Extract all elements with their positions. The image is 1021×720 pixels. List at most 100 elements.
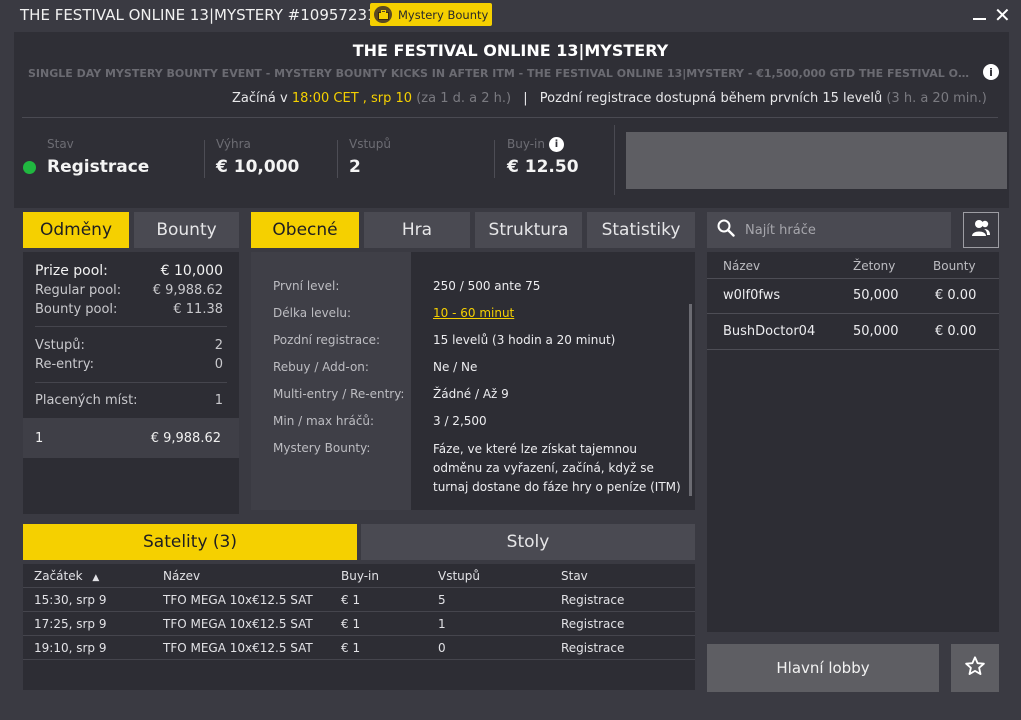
search-input[interactable]: [745, 222, 935, 238]
level-length-value[interactable]: 10 - 60 minut: [433, 306, 514, 320]
mystery-bounty-description: Fáze, ve které lze získat tajemnou odměn…: [433, 442, 681, 494]
player-name[interactable]: w0lf0fws: [723, 288, 780, 303]
player-bounty: € 0.00: [935, 324, 977, 339]
column-header-entries[interactable]: Vstupů: [438, 569, 480, 583]
info-label: Rebuy / Add-on:: [273, 360, 369, 374]
users-icon: [971, 219, 991, 241]
divider: [707, 349, 999, 350]
prize-pool-label: Prize pool:: [35, 263, 108, 279]
regular-pool-label: Regular pool:: [35, 283, 122, 298]
level-length-link[interactable]: 10 - 60 minut: [433, 306, 514, 320]
paid-places-label: Placených míst:: [35, 393, 138, 408]
stat-value-buyin: € 12.50: [507, 157, 579, 177]
divider: [23, 659, 695, 660]
start-time: 18:00 CET , srp 10: [291, 91, 413, 106]
satellite-start[interactable]: 17:25, srp 9: [34, 617, 106, 631]
player-search[interactable]: [707, 212, 951, 248]
column-header-name[interactable]: Název: [723, 259, 760, 273]
divider: [22, 117, 998, 118]
tab-tables[interactable]: Stoly: [361, 524, 695, 560]
tab-bounty[interactable]: Bounty: [134, 212, 239, 248]
satellite-name[interactable]: TFO MEGA 10x€12.5 SAT: [163, 641, 313, 655]
stat-label-entries: Vstupů: [349, 137, 391, 151]
column-header-name[interactable]: Název: [163, 569, 200, 583]
entries-value: 2: [214, 338, 223, 353]
info-value: Ne / Ne: [433, 360, 478, 374]
regular-pool-row: Regular pool: € 9,988.62: [35, 283, 223, 298]
info-icon[interactable]: i: [983, 64, 999, 80]
tab-general[interactable]: Obecné: [251, 212, 359, 248]
paid-places-value: 1: [214, 393, 223, 408]
scrollbar[interactable]: [689, 304, 692, 496]
badge-label: Mystery Bounty: [398, 7, 489, 22]
paid-places-row: Placených míst: 1: [35, 393, 223, 408]
payout-row: 1 € 9,988.62: [23, 418, 239, 458]
minimize-button[interactable]: [972, 6, 988, 24]
mystery-bounty-badge: Mystery Bounty: [370, 3, 492, 26]
reentry-label: Re-entry:: [35, 357, 94, 372]
satellite-start[interactable]: 19:10, srp 9: [34, 641, 106, 655]
column-header-chips[interactable]: Žetony: [853, 259, 895, 273]
stat-value-status: Registrace: [47, 157, 150, 177]
friends-button[interactable]: [963, 212, 999, 248]
stat-label-prize: Výhra: [216, 137, 251, 151]
divider: [494, 140, 495, 178]
tab-game[interactable]: Hra: [364, 212, 470, 248]
bounty-pool-value: € 11.38: [173, 302, 223, 317]
info-label: Mystery Bounty:: [273, 441, 371, 455]
tab-statistics[interactable]: Statistiky: [587, 212, 695, 248]
reentry-row: Re-entry: 0: [35, 357, 223, 372]
column-header-buyin[interactable]: Buy-in: [341, 569, 379, 583]
banner-placeholder: [626, 132, 1007, 189]
info-value: Žádné / Až 9: [433, 387, 509, 401]
favorite-button[interactable]: [951, 644, 999, 692]
players-list: [707, 252, 999, 632]
info-value: 3 / 2,500: [433, 414, 487, 428]
satellite-name[interactable]: TFO MEGA 10x€12.5 SAT: [163, 617, 313, 631]
divider: [35, 326, 227, 327]
info-label: Min / max hráčů:: [273, 414, 375, 428]
satellite-status: Registrace: [561, 641, 625, 655]
satellite-buyin: € 1: [341, 593, 361, 607]
stat-label-status: Stav: [47, 137, 74, 151]
bounty-pool-label: Bounty pool:: [35, 302, 118, 317]
main-lobby-button[interactable]: Hlavní lobby: [707, 644, 939, 692]
prize-pool-row: Prize pool: € 10,000: [35, 263, 223, 279]
reentry-value: 0: [214, 357, 223, 372]
start-time-line: Začíná v 18:00 CET , srp 10 (za 1 d. a 2…: [232, 91, 987, 106]
divider: [707, 313, 999, 314]
column-header-bounty[interactable]: Bounty: [933, 259, 976, 273]
window-title: THE FESTIVAL ONLINE 13|MYSTERY #10957231…: [20, 6, 396, 24]
star-icon: [964, 655, 986, 681]
prize-pool-value: € 10,000: [160, 263, 223, 279]
divider: [337, 140, 338, 178]
entries-label: Vstupů:: [35, 338, 85, 353]
tab-rewards[interactable]: Odměny: [23, 212, 129, 248]
search-icon: [717, 219, 735, 241]
divider: [23, 587, 695, 588]
player-chips: 50,000: [853, 324, 899, 339]
stat-value-entries: 2: [349, 157, 361, 177]
divider: [614, 125, 615, 195]
column-header-status[interactable]: Stav: [561, 569, 588, 583]
tab-satellites[interactable]: Satelity (3): [23, 524, 357, 560]
divider: [707, 278, 999, 279]
player-chips: 50,000: [853, 288, 899, 303]
entries-row: Vstupů: 2: [35, 338, 223, 353]
stat-value-prize: € 10,000: [216, 157, 300, 177]
divider: [23, 635, 695, 636]
satellite-start[interactable]: 15:30, srp 9: [34, 593, 106, 607]
column-header-start[interactable]: Začátek ▲: [34, 569, 99, 583]
tab-structure[interactable]: Struktura: [475, 212, 582, 248]
payout-prize: € 9,988.62: [150, 430, 221, 446]
divider: [35, 382, 227, 383]
info-label: Pozdní registrace:: [273, 333, 381, 347]
satellite-name[interactable]: TFO MEGA 10x€12.5 SAT: [163, 593, 313, 607]
satellite-buyin: € 1: [341, 641, 361, 655]
player-name[interactable]: BushDoctor04: [723, 324, 815, 339]
close-button[interactable]: ✕: [994, 3, 1011, 27]
late-registration-relative: (3 h. a 20 min.): [886, 91, 987, 106]
player-bounty: € 0.00: [935, 288, 977, 303]
satellite-status: Registrace: [561, 617, 625, 631]
buyin-info-icon[interactable]: i: [549, 137, 564, 152]
